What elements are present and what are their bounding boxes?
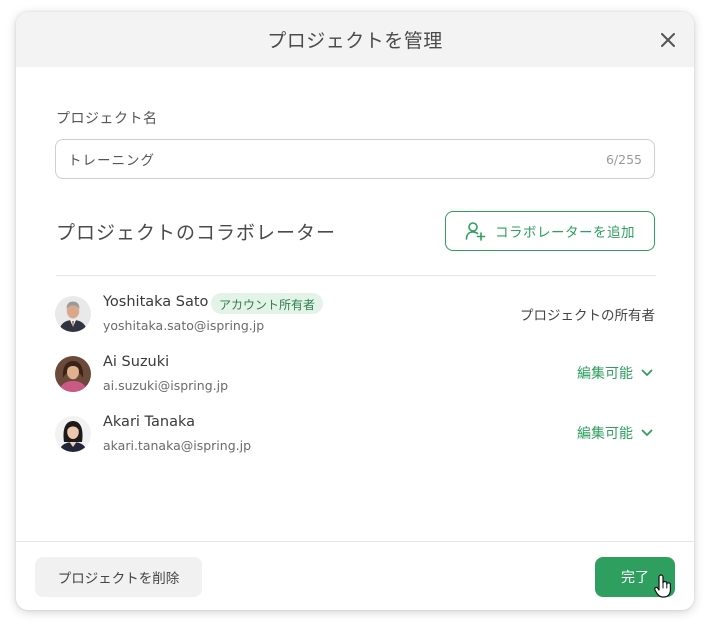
project-name-field[interactable]: 6/255: [55, 139, 655, 179]
role-dropdown-label: 編集可能: [577, 426, 633, 442]
chevron-down-icon: [641, 369, 653, 376]
delete-project-button[interactable]: プロジェクトを削除: [35, 557, 202, 597]
dialog-header: プロジェクトを管理: [16, 12, 694, 67]
collaborator-row: Yoshitaka Sato アカウント所有者 yoshitaka.sato@i…: [55, 293, 655, 337]
manage-project-dialog: プロジェクトを管理 プロジェクト名 6/255 プロジェクトのコラボレーター コ…: [16, 12, 694, 610]
user-email: yoshitaka.sato@ispring.jp: [103, 318, 265, 333]
hand-cursor-icon: [654, 574, 671, 598]
char-counter: 6/255: [605, 151, 642, 167]
role-dropdown[interactable]: 編集可能: [577, 423, 653, 443]
role-label: プロジェクトの所有者: [520, 308, 655, 324]
collaborator-row: Akari Tanaka akari.tanaka@ispring.jp 編集可…: [55, 413, 655, 457]
user-email: ai.suzuki@ispring.jp: [103, 378, 229, 393]
account-owner-badge: アカウント所有者: [211, 293, 324, 314]
avatar: [55, 416, 91, 452]
footer-divider: [16, 541, 694, 542]
user-name: Akari Tanaka: [103, 414, 195, 430]
collaborators-title: プロジェクトのコラボレーター: [56, 222, 337, 244]
user-name: Yoshitaka Sato: [103, 294, 209, 310]
chevron-down-icon: [641, 429, 653, 436]
section-divider: [56, 275, 656, 276]
close-button[interactable]: [656, 28, 680, 52]
project-name-input[interactable]: [68, 151, 606, 167]
collaborator-row: Ai Suzuki ai.suzuki@ispring.jp 編集可能: [55, 353, 655, 397]
avatar: [55, 296, 91, 332]
role-dropdown-label: 編集可能: [577, 366, 633, 382]
role-dropdown[interactable]: 編集可能: [577, 363, 653, 383]
user-email: akari.tanaka@ispring.jp: [103, 438, 252, 453]
user-name: Ai Suzuki: [103, 354, 170, 370]
avatar: [55, 356, 91, 392]
add-collaborator-button[interactable]: コラボレーターを追加: [445, 211, 655, 251]
add-user-icon: [465, 222, 486, 241]
add-collaborator-label: コラボレーターを追加: [495, 225, 635, 241]
close-icon: [661, 33, 675, 47]
dialog-title: プロジェクトを管理: [267, 30, 443, 52]
project-name-label: プロジェクト名: [56, 111, 158, 127]
